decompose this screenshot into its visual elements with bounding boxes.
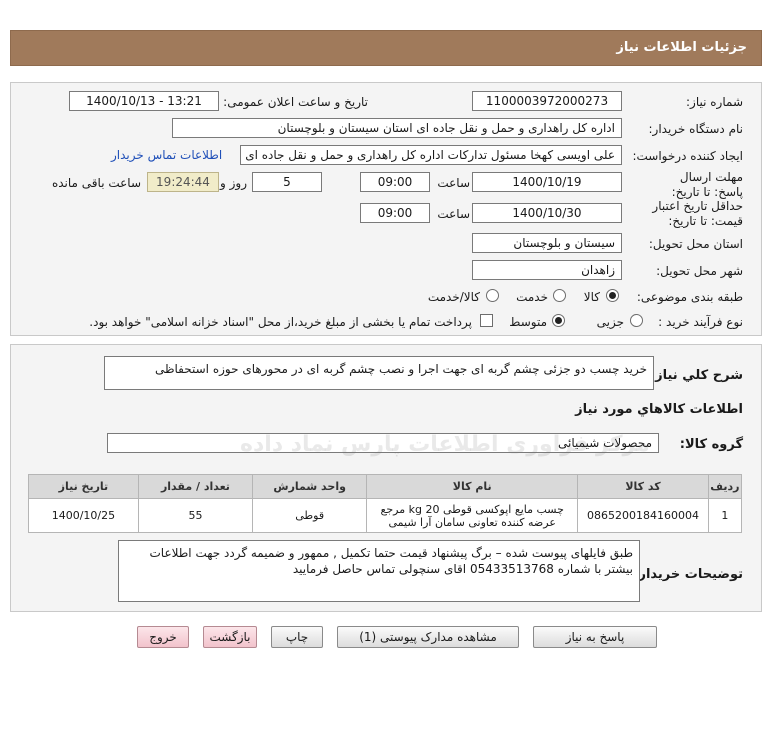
exit-button[interactable]: خروج — [137, 626, 189, 648]
summary-field: خرید چسب دو جزئی چشم گربه ای جهت اجرا و … — [104, 356, 654, 390]
remaining-days-field: 5 — [252, 172, 322, 192]
announce-date-field: 1400/10/13 - 13:21 — [69, 91, 219, 111]
reply-date-field: 1400/10/19 — [472, 172, 622, 192]
col-qty: تعداد / مقدار — [137, 474, 254, 499]
treasury-checkbox[interactable] — [480, 314, 493, 327]
row-unit: قوطی — [252, 498, 368, 533]
city-field: زاهدان — [472, 260, 622, 280]
province-label: استان محل تحویل: — [648, 237, 743, 251]
process-option-medium: متوسط — [509, 315, 547, 329]
view-attachments-button[interactable]: مشاهده مدارک پیوستی (1) — [337, 626, 519, 648]
buyer-org-field: اداره کل راهداری و حمل و نقل جاده ای است… — [172, 118, 622, 138]
reply-time-label: ساعت — [437, 176, 470, 190]
goods-table: ردیف کد کالا نام کالا واحد شمارش تعداد /… — [28, 474, 743, 533]
validity-label: حداقل تاریخ اعتبار قیمت: تا تاریخ: — [652, 199, 743, 228]
buyer-org-label: نام دستگاه خریدار: — [648, 122, 744, 136]
row-qty: 55 — [137, 498, 254, 533]
col-date: تاریخ نیاز — [28, 474, 139, 499]
row-code: 0865200184160004 — [577, 498, 709, 533]
goods-group-label: گروه کالا: — [679, 437, 743, 452]
page-title: جزئیات اطلاعات نیاز — [10, 30, 762, 66]
col-index: ردیف — [707, 474, 743, 499]
buyer-contact-link[interactable]: اطلاعات تماس خریدار — [111, 148, 222, 162]
row-date: 1400/10/25 — [28, 498, 139, 533]
category-label: طبقه بندی موضوعی: — [636, 290, 743, 304]
col-name: نام کالا — [366, 474, 579, 499]
category-radio-goods-service[interactable] — [486, 289, 499, 302]
process-label: نوع فرآیند خرید : — [658, 315, 743, 329]
validity-time-field: 09:00 — [360, 203, 430, 223]
reply-button[interactable]: پاسخ به نیاز — [533, 626, 657, 648]
buyer-notes-label: توضیحات خریدار: — [633, 567, 743, 582]
buyer-notes-field: طبق فایلهای پیوست شده – برگ پیشنهاد قیمت… — [118, 540, 640, 602]
table-row: 1 0865200184160004 چسب مایع اپوکسی قوطی … — [28, 498, 743, 533]
payment-note: پرداخت تمام یا بخشی از مبلغ خرید،از محل … — [89, 315, 472, 329]
col-unit: واحد شمارش — [252, 474, 368, 499]
page-frame: جزئیات اطلاعات نیاز ParsNamadData شماره … — [0, 0, 770, 745]
row-name: چسب مایع اپوکسی قوطی kg 20 مرجع عرضه کنن… — [366, 498, 579, 533]
print-button[interactable]: چاپ — [271, 626, 323, 648]
need-number-label: شماره نیاز: — [686, 95, 743, 109]
category-option-goods-service: کالا/خدمت — [427, 290, 480, 304]
creator-label: ایجاد کننده درخواست: — [632, 149, 743, 163]
announce-date-label: تاریخ و ساعت اعلان عمومی: — [223, 95, 368, 109]
goods-info-title: اطلاعات كالاهاي مورد نياز — [575, 402, 743, 417]
back-button[interactable]: بازگشت — [203, 626, 257, 648]
category-radio-service[interactable] — [553, 289, 566, 302]
col-code: کد کالا — [577, 474, 709, 499]
category-radio-goods[interactable] — [606, 289, 619, 302]
remaining-label: ساعت باقی مانده — [51, 176, 141, 190]
reply-time-field: 09:00 — [360, 172, 430, 192]
category-option-goods: کالا — [583, 290, 600, 304]
process-option-minor: جزیی — [596, 315, 624, 329]
summary-label: شرح کلي نياز: — [649, 368, 743, 383]
goods-group-field: محصولات شیمیائی — [107, 433, 659, 453]
process-radio-minor[interactable] — [630, 314, 643, 327]
category-option-service: خدمت — [516, 290, 548, 304]
city-label: شهر محل تحویل: — [656, 264, 743, 278]
process-radio-medium[interactable] — [552, 314, 565, 327]
creator-field: علی اویسی کهخا مسئول تدارکات اداره کل را… — [240, 145, 622, 165]
need-number-field: 1100003972000273 — [472, 91, 622, 111]
remaining-time-field: 19:24:44 — [147, 172, 219, 192]
row-index: 1 — [707, 498, 743, 533]
validity-date-field: 1400/10/30 — [472, 203, 622, 223]
reply-deadline-label: مهلت ارسال پاسخ: تا تاریخ: — [671, 170, 743, 199]
validity-time-label: ساعت — [437, 207, 470, 221]
days-label: روز و — [220, 176, 247, 190]
province-field: سیستان و بلوچستان — [472, 233, 622, 253]
